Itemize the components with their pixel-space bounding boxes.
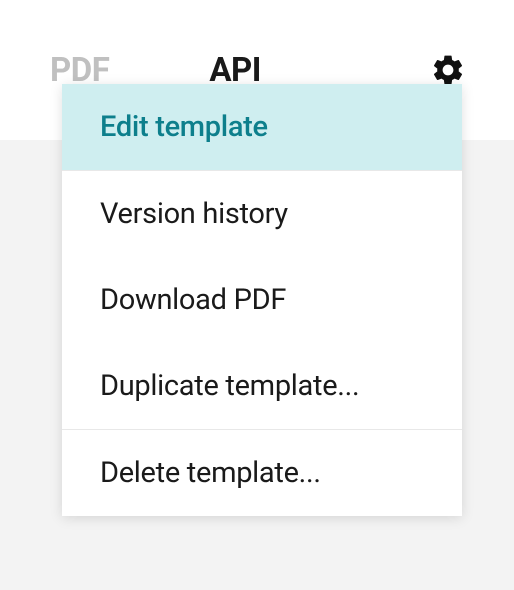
menu-edit-template[interactable]: Edit template bbox=[62, 84, 462, 170]
menu-download-pdf[interactable]: Download PDF bbox=[62, 257, 462, 343]
menu-delete-template[interactable]: Delete template... bbox=[62, 430, 462, 516]
gear-icon[interactable] bbox=[430, 52, 466, 88]
settings-dropdown: Edit template Version history Download P… bbox=[62, 84, 462, 516]
menu-duplicate-template[interactable]: Duplicate template... bbox=[62, 343, 462, 429]
menu-version-history[interactable]: Version history bbox=[62, 171, 462, 257]
